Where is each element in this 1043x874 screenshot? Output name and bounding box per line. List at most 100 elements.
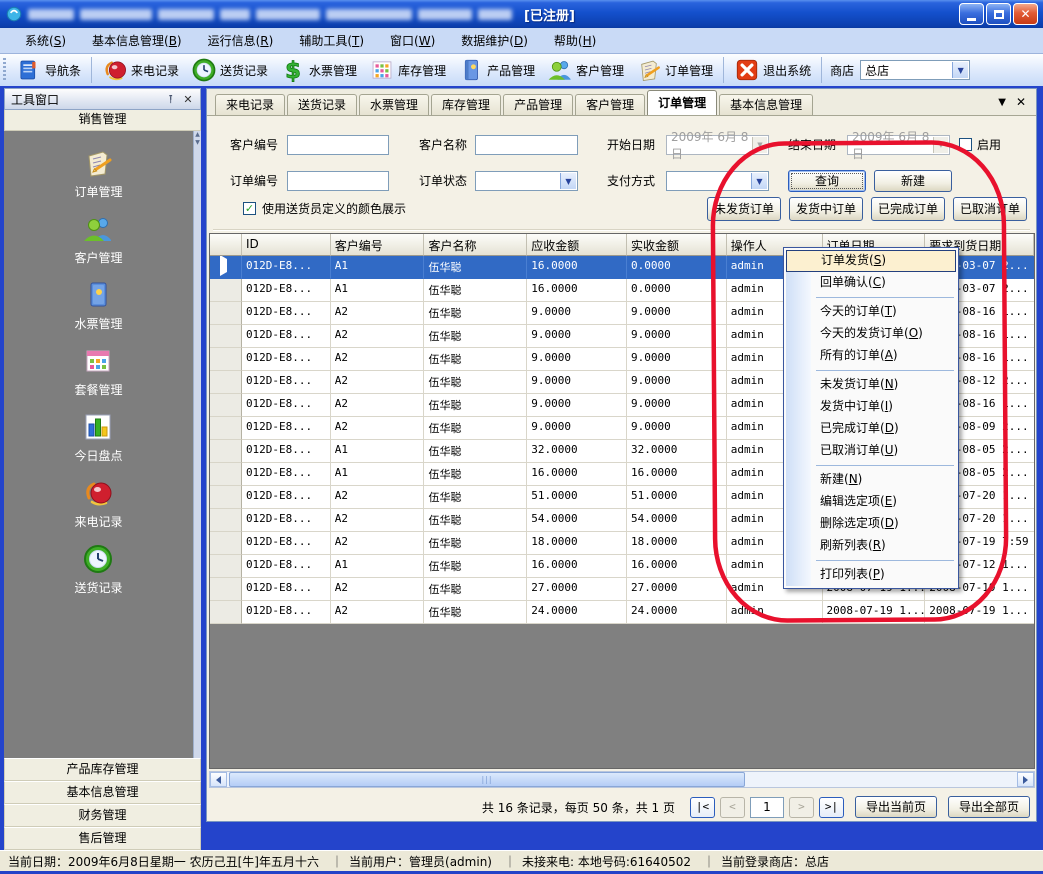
order-no-input[interactable] xyxy=(287,171,389,191)
toolbar-button-product-book[interactable]: 产品管理 xyxy=(452,55,541,85)
row-selector-cell[interactable] xyxy=(210,601,242,624)
first-page-button[interactable]: |< xyxy=(690,797,715,818)
pay-method-combobox[interactable]: ▼ xyxy=(666,171,769,191)
scrollbar-thumb[interactable]: ||| xyxy=(229,772,745,787)
scrollbar-track[interactable]: ||| xyxy=(227,772,1017,787)
row-selector-cell[interactable] xyxy=(210,578,242,601)
toolbar-grip[interactable] xyxy=(3,58,6,82)
sidebar-item-送货记录[interactable]: 送货记录 xyxy=(74,543,122,596)
filter-button-已完成订单[interactable]: 已完成订单 xyxy=(871,197,945,221)
toolbar-button-navigator-book[interactable]: 导航条 xyxy=(10,55,87,85)
toolbar-button-exit[interactable]: 退出系统 xyxy=(728,55,817,85)
tool-window-close-icon[interactable]: ✕ xyxy=(180,93,196,106)
row-selector-cell[interactable] xyxy=(210,440,242,463)
context-menu-item-今天的发货订单[interactable]: 今天的发货订单(O) xyxy=(786,323,956,345)
column-header-selector[interactable] xyxy=(210,234,242,256)
column-header-应收金额[interactable]: 应收金额 xyxy=(527,234,627,256)
tab-订单管理[interactable]: 订单管理 xyxy=(647,90,717,115)
tab-基本信息管理[interactable]: 基本信息管理 xyxy=(719,94,813,115)
context-menu-item-已完成订单[interactable]: 已完成订单(D) xyxy=(786,418,956,440)
sidebar-item-来电记录[interactable]: 来电记录 xyxy=(74,477,122,530)
query-button[interactable]: 查询 xyxy=(788,170,866,192)
tab-客户管理[interactable]: 客户管理 xyxy=(575,94,645,115)
export-current-page-button[interactable]: 导出当前页 xyxy=(855,796,937,818)
context-menu-item-未发货订单[interactable]: 未发货订单(N) xyxy=(786,374,956,396)
row-selector-cell[interactable] xyxy=(210,486,242,509)
sidebar-section-基本信息管理[interactable]: 基本信息管理 xyxy=(4,781,201,804)
row-selector-cell[interactable] xyxy=(210,394,242,417)
row-selector-cell[interactable] xyxy=(210,279,242,302)
context-menu-item-今天的订单[interactable]: 今天的订单(T) xyxy=(786,301,956,323)
next-page-button[interactable]: > xyxy=(789,797,814,818)
page-number-input[interactable] xyxy=(750,797,784,818)
enable-checkbox[interactable] xyxy=(959,138,972,151)
sidebar-section-产品库存管理[interactable]: 产品库存管理 xyxy=(4,758,201,781)
filter-button-发货中订单[interactable]: 发货中订单 xyxy=(789,197,863,221)
row-selector-cell[interactable] xyxy=(210,532,242,555)
row-selector-cell[interactable] xyxy=(210,417,242,440)
scroll-left-icon[interactable] xyxy=(210,772,227,787)
last-page-button[interactable]: >| xyxy=(819,797,844,818)
customer-name-input[interactable] xyxy=(475,135,578,155)
maximize-button[interactable] xyxy=(986,3,1011,25)
column-header-实收金额[interactable]: 实收金额 xyxy=(627,234,727,256)
start-date-picker[interactable]: 2009年 6月 8日 ▼ xyxy=(666,135,769,155)
row-selector-cell[interactable] xyxy=(210,325,242,348)
menubar-item-7[interactable]: 帮助(H) xyxy=(541,28,609,53)
toolbar-button-customer[interactable]: 客户管理 xyxy=(541,55,630,85)
menubar-item-4[interactable]: 辅助工具(T) xyxy=(286,28,377,53)
row-selector-cell[interactable] xyxy=(210,555,242,578)
tab-close-icon[interactable]: ✕ xyxy=(1016,95,1026,109)
column-header-客户名称[interactable]: 客户名称 xyxy=(424,234,527,256)
context-menu-item-打印列表[interactable]: 打印列表(P) xyxy=(786,564,956,586)
tab-送货记录[interactable]: 送货记录 xyxy=(287,94,357,115)
color-by-courier-checkbox[interactable]: ✓ xyxy=(243,202,256,215)
sidebar-item-订单管理[interactable]: 订单管理 xyxy=(74,147,122,200)
tab-库存管理[interactable]: 库存管理 xyxy=(431,94,501,115)
table-row[interactable]: 012D-E8...A2伍华聪24.000024.0000admin2008-0… xyxy=(210,601,1034,624)
menubar-item-5[interactable]: 窗口(W) xyxy=(377,28,448,53)
context-menu-item-订单发货[interactable]: 订单发货(S) xyxy=(786,250,956,272)
toolbar-button-incoming-call[interactable]: 来电记录 xyxy=(96,55,185,85)
context-menu-item-新建[interactable]: 新建(N) xyxy=(786,469,956,491)
chevron-down-icon[interactable]: ▼ xyxy=(560,173,576,189)
filter-button-已取消订单[interactable]: 已取消订单 xyxy=(953,197,1027,221)
pin-icon[interactable] xyxy=(164,93,180,106)
minimize-button[interactable] xyxy=(959,3,984,25)
new-button[interactable]: 新建 xyxy=(874,170,952,192)
end-date-picker[interactable]: 2009年 6月 8日 ▼ xyxy=(847,135,950,155)
toolbar-button-delivery-clock[interactable]: 送货记录 xyxy=(185,55,274,85)
row-selector-cell[interactable] xyxy=(210,509,242,532)
filter-button-未发货订单[interactable]: 未发货订单 xyxy=(707,197,781,221)
row-selector-cell[interactable] xyxy=(210,256,242,279)
sidebar-scrollbar[interactable]: ▲▼ xyxy=(193,131,201,758)
tab-来电记录[interactable]: 来电记录 xyxy=(215,94,285,115)
context-menu-item-删除选定项[interactable]: 删除选定项(D) xyxy=(786,513,956,535)
tab-水票管理[interactable]: 水票管理 xyxy=(359,94,429,115)
shop-combobox[interactable]: 总店 ▼ xyxy=(860,60,970,80)
sidebar-section-sales[interactable]: 销售管理 xyxy=(4,110,201,131)
sidebar-section-售后管理[interactable]: 售后管理 xyxy=(4,827,201,850)
row-selector-cell[interactable] xyxy=(210,371,242,394)
export-all-pages-button[interactable]: 导出全部页 xyxy=(948,796,1030,818)
context-menu-item-发货中订单[interactable]: 发货中订单(I) xyxy=(786,396,956,418)
chevron-down-icon[interactable]: ▼ xyxy=(751,173,767,189)
menubar-item-6[interactable]: 数据维护(D) xyxy=(448,28,541,53)
customer-no-input[interactable] xyxy=(287,135,389,155)
row-selector-cell[interactable] xyxy=(210,463,242,486)
tab-产品管理[interactable]: 产品管理 xyxy=(503,94,573,115)
toolbar-button-inventory-grid[interactable]: 库存管理 xyxy=(363,55,452,85)
prev-page-button[interactable]: < xyxy=(720,797,745,818)
context-menu-item-已取消订单[interactable]: 已取消订单(U) xyxy=(786,440,956,462)
order-status-combobox[interactable]: ▼ xyxy=(475,171,578,191)
menubar-item-2[interactable]: 基本信息管理(B) xyxy=(79,28,195,53)
chevron-down-icon[interactable]: ▼ xyxy=(952,62,968,78)
horizontal-scrollbar[interactable]: ||| xyxy=(209,771,1035,788)
sidebar-section-财务管理[interactable]: 财务管理 xyxy=(4,804,201,827)
sidebar-item-套餐管理[interactable]: 套餐管理 xyxy=(74,345,122,398)
sidebar-item-今日盘点[interactable]: 今日盘点 xyxy=(74,411,122,464)
sidebar-item-客户管理[interactable]: 客户管理 xyxy=(74,213,122,266)
row-selector-cell[interactable] xyxy=(210,348,242,371)
context-menu-item-所有的订单[interactable]: 所有的订单(A) xyxy=(786,345,956,367)
context-menu-item-刷新列表[interactable]: 刷新列表(R) xyxy=(786,535,956,557)
